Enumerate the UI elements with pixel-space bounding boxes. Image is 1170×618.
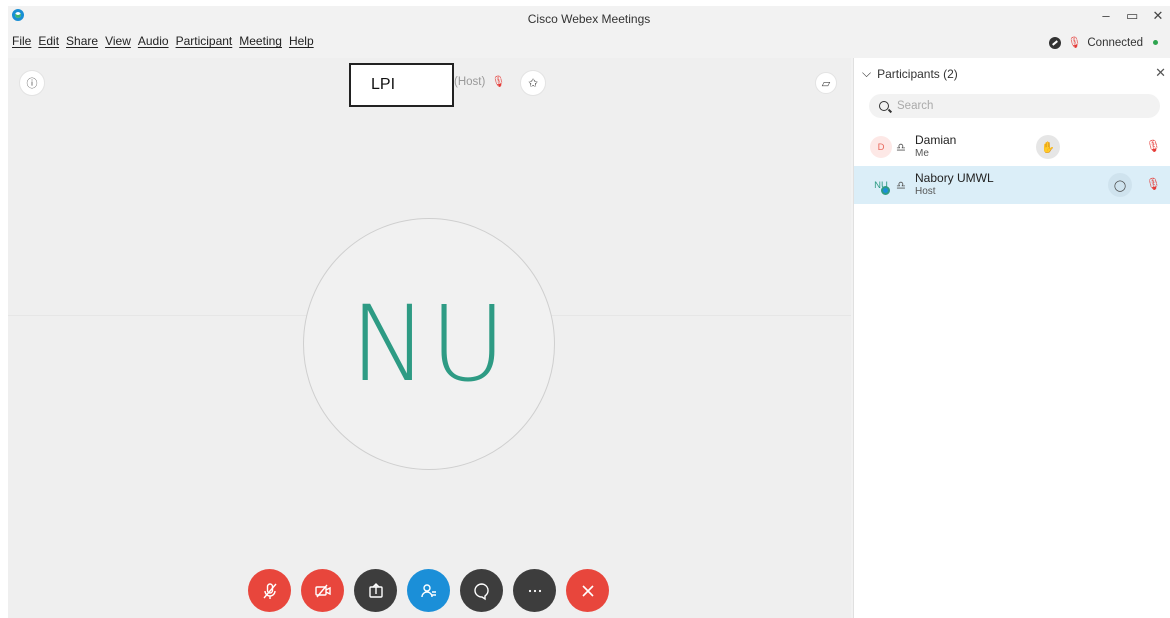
connection-status-text: Connected [1087,36,1143,49]
window-title: Cisco Webex Meetings [527,12,651,26]
menu-edit[interactable]: Edit [38,34,59,56]
close-panel-icon[interactable]: ✕ [1155,65,1166,81]
participant-row[interactable]: D ♎ Damian Me ✋ 🎙 [854,128,1170,166]
avatar: NU [870,174,892,196]
more-icon [528,589,541,592]
participant-info: Damian Me [915,133,957,160]
headset-icon: ♎ [896,179,906,192]
more-options-button[interactable] [513,569,556,612]
chat-button[interactable] [460,569,503,612]
menu-view[interactable]: View [105,34,131,56]
search-icon [879,101,889,111]
chat-icon [473,582,489,600]
close-icon[interactable]: ✕ [1152,8,1164,24]
avatar-initials: NU [350,283,508,405]
webex-presence-icon [881,186,890,195]
share-button[interactable] [354,569,397,612]
avatar: D [870,136,892,158]
menu-help[interactable]: Help [289,34,314,56]
muted-mic-icon: 🎙 [491,76,506,88]
chevron-down-icon: ⌵ [862,66,872,80]
muted-mic-icon: 🎙 [1067,37,1082,49]
minimize-icon[interactable]: – [1100,8,1112,24]
participant-name: Damian [915,133,957,148]
speaker-label: (Host) 🎙 [454,75,506,89]
participants-button[interactable] [407,569,450,612]
participant-name: Nabory UMWL [915,171,994,186]
mic-off-icon [262,582,277,599]
leave-meeting-button[interactable] [566,569,609,612]
menu-file[interactable]: File [12,34,31,56]
chat-icon[interactable]: ◯ [1108,173,1132,197]
participant-info: Nabory UMWL Host [915,171,994,198]
participants-title: Participants (2) [877,66,958,81]
hand-icon[interactable]: ✋ [1036,135,1060,159]
participant-role: Host [915,186,936,198]
overlay-label-box: LPI [349,63,454,107]
video-off-icon [314,584,331,597]
host-label: (Host) [454,75,486,88]
participant-row[interactable]: NU ♎ Nabory UMWL Host ◯ 🎙 [854,166,1170,204]
title-bar: Cisco Webex Meetings – ▭ ✕ [8,6,1170,32]
meeting-info-button[interactable]: ⓘ [19,70,45,96]
participants-header[interactable]: ⌵ Participants (2) [862,66,958,81]
restore-icon[interactable]: ▭ [1126,8,1138,24]
muted-mic-icon[interactable]: 🎙 [1146,177,1161,191]
network-icon [1049,36,1062,49]
pin-icon[interactable]: ✩ [520,70,546,96]
webex-window: Cisco Webex Meetings – ▭ ✕ File Edit Sha… [8,6,1170,618]
muted-mic-icon[interactable]: 🎙 [1146,139,1161,153]
participant-role: Me [915,148,929,160]
connected-dot-icon [1153,40,1158,45]
menu-share[interactable]: Share [66,34,98,56]
search-placeholder: Search [897,100,934,112]
video-stage: ⓘ (Host) 🎙 ✩ ▱ LPI NU [8,58,851,618]
share-icon [368,582,383,598]
connection-status[interactable]: 🎙 Connected [1049,36,1158,49]
close-icon [581,584,594,597]
menu-audio[interactable]: Audio [138,34,169,56]
start-video-button[interactable] [301,569,344,612]
participants-icon [420,583,436,597]
participants-panel: ⌵ Participants (2) ✕ Search D ♎ Damian M… [853,58,1170,618]
headset-icon: ♎ [896,141,906,154]
menu-participant[interactable]: Participant [176,34,233,56]
active-speaker-avatar: NU [303,218,555,470]
search-input[interactable]: Search [869,94,1160,118]
menu-meeting[interactable]: Meeting [239,34,282,56]
unmute-button[interactable] [248,569,291,612]
window-controls: – ▭ ✕ [1100,8,1164,24]
menu-bar: File Edit Share View Audio Participant M… [8,34,314,56]
layout-button[interactable]: ▱ [815,72,837,94]
meeting-controls [248,569,609,612]
